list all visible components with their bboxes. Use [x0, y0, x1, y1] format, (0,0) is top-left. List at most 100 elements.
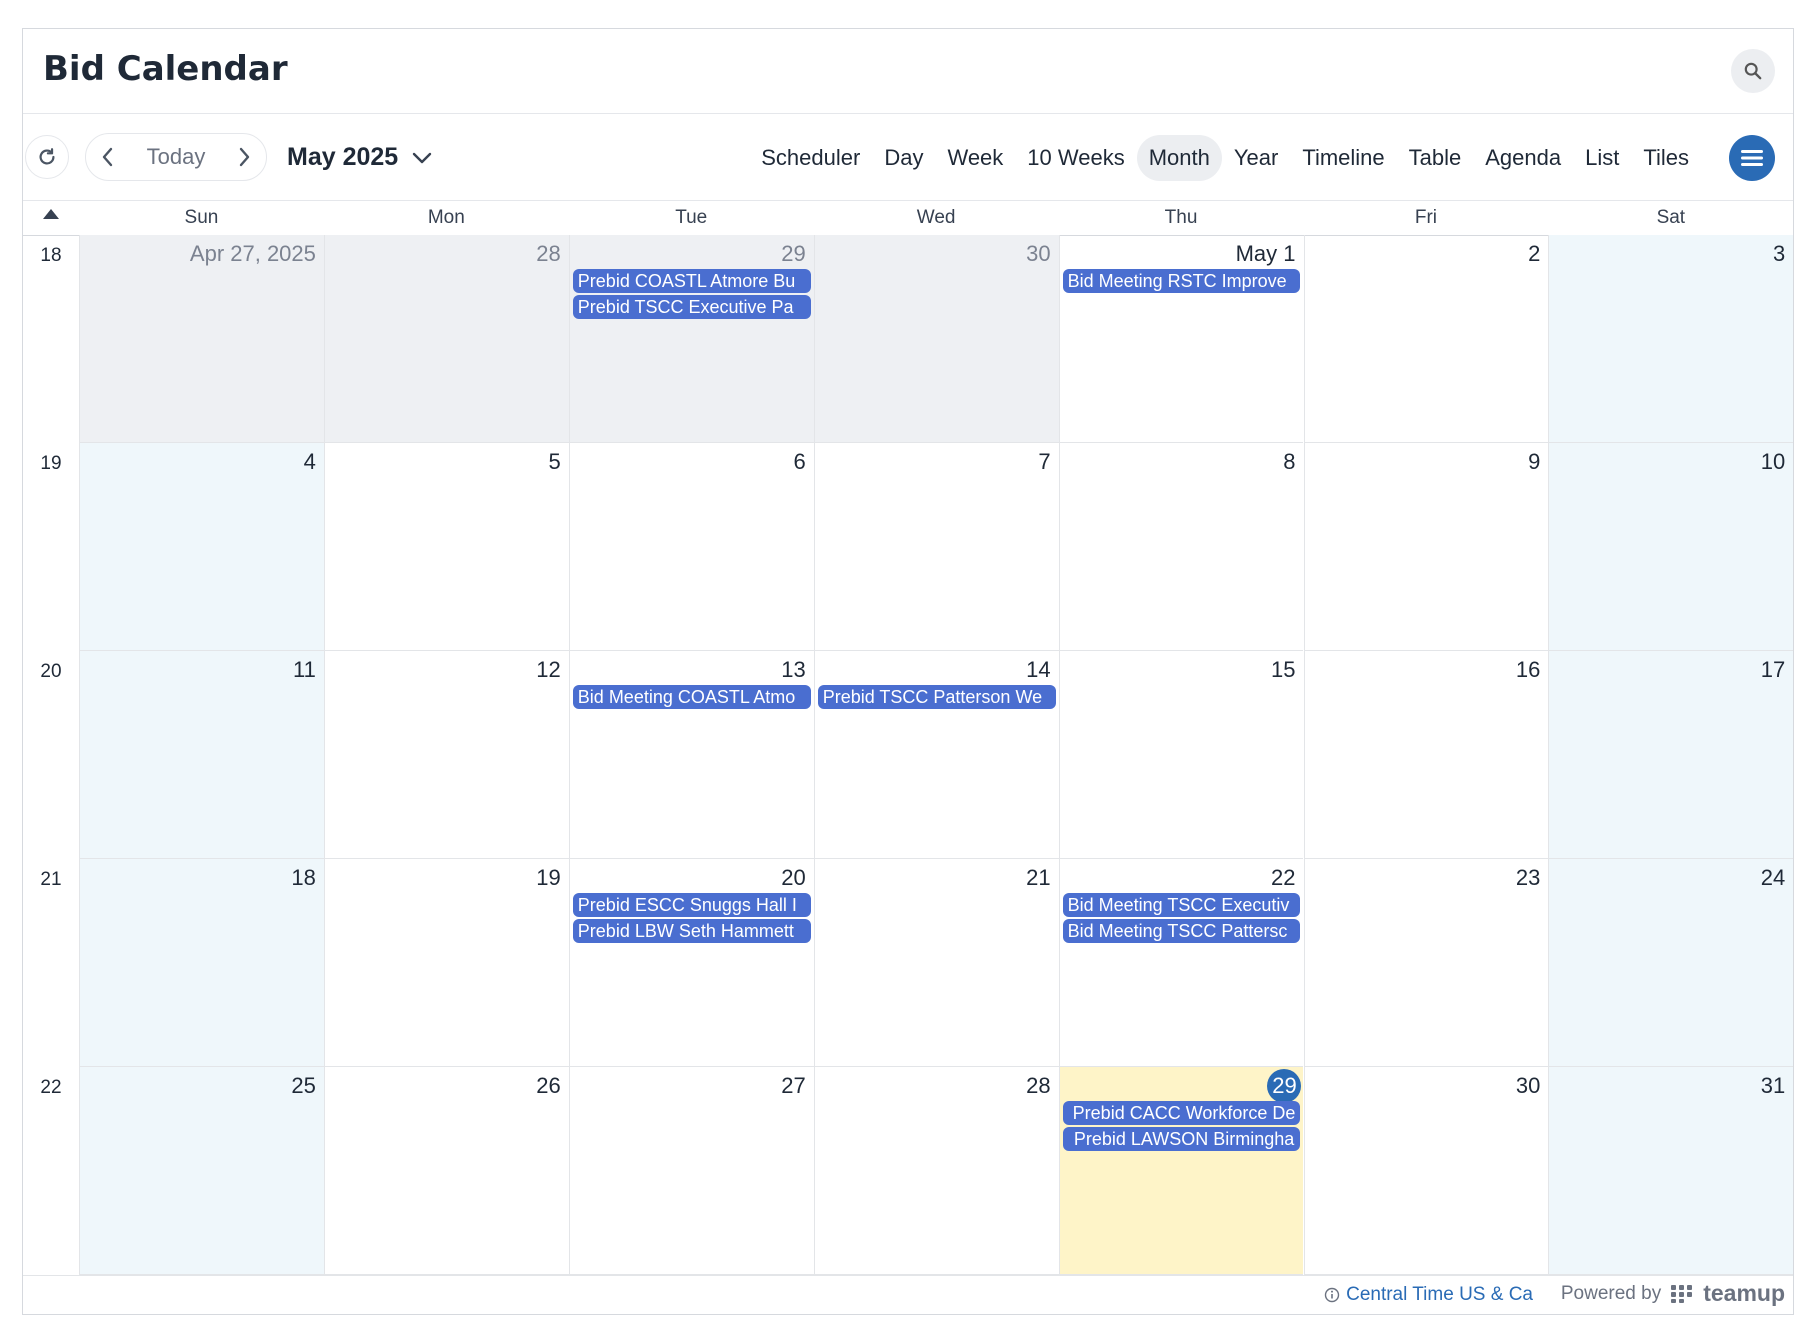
tab-10-weeks[interactable]: 10 Weeks [1015, 135, 1136, 181]
day-cell[interactable]: 29 Prebid CACC Workforce De Prebid LAWSON … [1058, 1067, 1304, 1275]
refresh-button[interactable] [25, 135, 69, 179]
day-number[interactable]: 17 [1761, 657, 1785, 683]
day-cell[interactable]: 2 [1303, 235, 1549, 443]
day-number[interactable]: 20 [781, 865, 805, 891]
tab-day[interactable]: Day [872, 135, 935, 181]
search-button[interactable] [1731, 49, 1775, 93]
day-cell[interactable]: 28 [813, 1067, 1059, 1275]
day-cell[interactable]: 27 [568, 1067, 814, 1275]
day-number[interactable]: 12 [536, 657, 560, 683]
day-cell[interactable]: 13 Bid Meeting COASTL Atmo [568, 651, 814, 859]
event-chip[interactable]: Bid Meeting TSCC Executiv [1062, 893, 1301, 917]
day-cell[interactable]: 24 [1548, 859, 1794, 1067]
event-chip[interactable]: Prebid LAWSON Birmingha [1062, 1127, 1301, 1151]
day-number[interactable]: 14 [1026, 657, 1050, 683]
menu-button[interactable] [1729, 135, 1775, 181]
tab-year[interactable]: Year [1222, 135, 1290, 181]
day-cell[interactable]: 18 [79, 859, 324, 1067]
day-number[interactable]: 16 [1516, 657, 1540, 683]
day-number[interactable]: Apr 27, 2025 [190, 241, 316, 267]
event-chip[interactable]: Prebid TSCC Patterson We [817, 685, 1056, 709]
day-cell[interactable]: 4 [79, 443, 324, 651]
day-number[interactable]: 22 [1271, 865, 1295, 891]
event-chip[interactable]: Prebid CACC Workforce De [1062, 1101, 1301, 1125]
day-cell[interactable]: 19 [323, 859, 569, 1067]
day-number[interactable]: 26 [536, 1073, 560, 1099]
event-chip[interactable]: Bid Meeting TSCC Pattersc [1062, 919, 1301, 943]
day-cell[interactable]: 12 [323, 651, 569, 859]
day-number[interactable]: 2 [1528, 241, 1540, 267]
today-button[interactable]: Today [130, 144, 222, 170]
timezone-link[interactable]: Central Time US & Ca [1324, 1284, 1533, 1306]
day-number[interactable]: May 1 [1236, 241, 1296, 267]
week-number[interactable]: 20 [23, 651, 79, 683]
next-button[interactable] [222, 134, 266, 180]
tab-table[interactable]: Table [1397, 135, 1474, 181]
day-cell[interactable]: 3 [1548, 235, 1794, 443]
day-cell[interactable]: 30 [1303, 1067, 1549, 1275]
tab-scheduler[interactable]: Scheduler [749, 135, 872, 181]
day-cell[interactable]: 22 Bid Meeting TSCC Executiv Bid Meeting T… [1058, 859, 1304, 1067]
day-number[interactable]: 5 [549, 449, 561, 475]
tab-agenda[interactable]: Agenda [1473, 135, 1573, 181]
day-number[interactable]: 25 [291, 1073, 315, 1099]
day-number[interactable]: 18 [291, 865, 315, 891]
day-cell[interactable]: 10 [1548, 443, 1794, 651]
day-number[interactable]: 19 [536, 865, 560, 891]
day-number[interactable]: 29 [781, 241, 805, 267]
day-number[interactable]: 30 [1026, 241, 1050, 267]
day-cell[interactable]: 17 [1548, 651, 1794, 859]
day-cell[interactable]: 14 Prebid TSCC Patterson We [813, 651, 1059, 859]
day-number[interactable]: 8 [1283, 449, 1295, 475]
day-cell[interactable]: 29 Prebid COASTL Atmore Bu Prebid TSCC Exe… [568, 235, 814, 443]
day-cell[interactable]: 21 [813, 859, 1059, 1067]
day-cell[interactable]: May 1 Bid Meeting RSTC Improve [1058, 235, 1304, 443]
day-cell[interactable]: 5 [323, 443, 569, 651]
day-number[interactable]: 24 [1761, 865, 1785, 891]
day-number[interactable]: 28 [536, 241, 560, 267]
tab-tiles[interactable]: Tiles [1631, 135, 1701, 181]
day-number[interactable]: 28 [1026, 1073, 1050, 1099]
event-chip[interactable]: Prebid ESCC Snuggs Hall I [572, 893, 811, 917]
previous-button[interactable] [86, 134, 130, 180]
day-cell[interactable]: 28 [323, 235, 569, 443]
day-cell[interactable]: 23 [1303, 859, 1549, 1067]
collapse-arrow-icon[interactable] [43, 209, 59, 219]
day-cell[interactable]: 20 Prebid ESCC Snuggs Hall I Prebid LBW Se… [568, 859, 814, 1067]
day-cell[interactable]: 8 [1058, 443, 1304, 651]
day-number[interactable]: 11 [293, 657, 316, 683]
day-number[interactable]: 9 [1528, 449, 1540, 475]
tab-month[interactable]: Month [1136, 135, 1222, 181]
week-number[interactable]: 18 [23, 235, 79, 267]
day-cell[interactable]: 30 [813, 235, 1059, 443]
day-cell[interactable]: 16 [1303, 651, 1549, 859]
day-number[interactable]: 31 [1761, 1073, 1785, 1099]
event-chip[interactable]: Prebid TSCC Executive Pa [572, 295, 811, 319]
day-number[interactable]: 23 [1516, 865, 1540, 891]
tab-list[interactable]: List [1573, 135, 1631, 181]
day-cell[interactable]: 11 [79, 651, 324, 859]
day-number[interactable]: 30 [1516, 1073, 1540, 1099]
day-cell[interactable]: Apr 27, 2025 [79, 235, 324, 443]
day-number[interactable]: 27 [781, 1073, 805, 1099]
day-cell[interactable]: 7 [813, 443, 1059, 651]
day-cell[interactable]: 6 [568, 443, 814, 651]
day-number[interactable]: 7 [1038, 449, 1050, 475]
powered-by-link[interactable]: Powered by teamup [1561, 1280, 1785, 1307]
day-number[interactable]: 4 [304, 449, 316, 475]
day-cell[interactable]: 26 [323, 1067, 569, 1275]
week-number[interactable]: 19 [23, 443, 79, 475]
week-number[interactable]: 21 [23, 859, 79, 891]
day-number[interactable]: 10 [1761, 449, 1785, 475]
day-cell[interactable]: 9 [1303, 443, 1549, 651]
day-number[interactable]: 13 [781, 657, 805, 683]
day-number[interactable]: 3 [1773, 241, 1785, 267]
day-cell[interactable]: 15 [1058, 651, 1304, 859]
week-number[interactable]: 22 [23, 1067, 79, 1099]
tab-timeline[interactable]: Timeline [1290, 135, 1396, 181]
event-chip[interactable]: Bid Meeting RSTC Improve [1062, 269, 1301, 293]
event-chip[interactable]: Prebid COASTL Atmore Bu [572, 269, 811, 293]
today-date-badge[interactable]: 29 [1267, 1069, 1302, 1103]
day-number[interactable]: 6 [793, 449, 805, 475]
month-picker[interactable]: May 2025 [287, 143, 432, 172]
